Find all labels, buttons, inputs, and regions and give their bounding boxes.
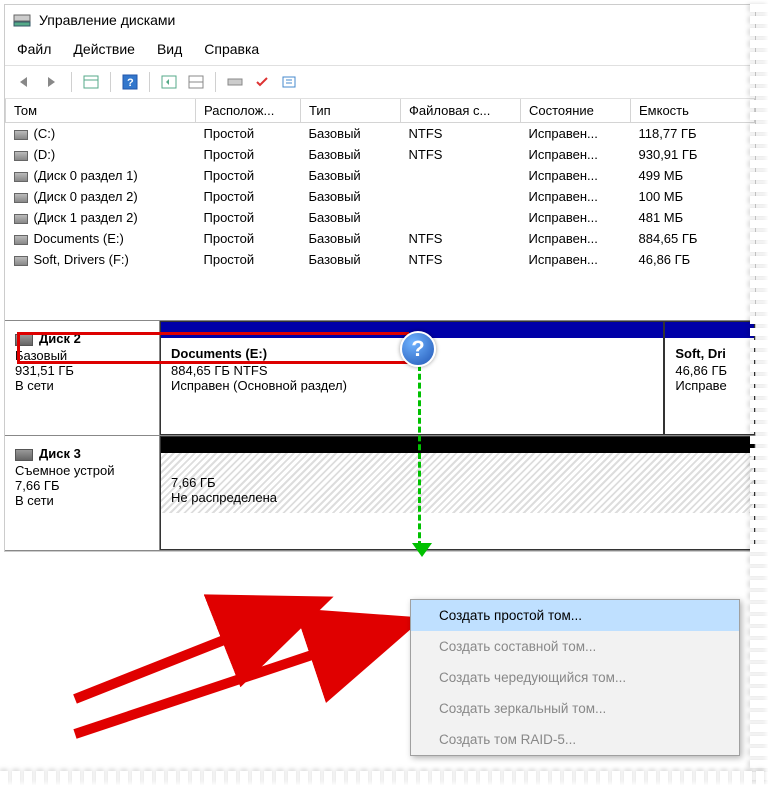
table-row[interactable]: Documents (E:)ПростойБазовыйNTFSИсправен… bbox=[6, 228, 755, 249]
table-row[interactable]: (D:)ПростойБазовыйNTFSИсправен...930,91 … bbox=[6, 144, 755, 165]
help-button[interactable]: ? bbox=[118, 70, 142, 94]
torn-edge-right bbox=[750, 4, 768, 785]
refresh-icon[interactable] bbox=[157, 70, 181, 94]
disk-management-window: Управление дисками Файл Действие Вид Спр… bbox=[4, 4, 756, 552]
check-icon[interactable] bbox=[250, 70, 274, 94]
volume-icon bbox=[14, 130, 28, 140]
col-status[interactable]: Состояние bbox=[521, 99, 631, 123]
col-volume[interactable]: Том bbox=[6, 99, 196, 123]
annotation-red-arrow-2 bbox=[65, 599, 425, 739]
disk-3-type: Съемное устрой bbox=[15, 463, 149, 478]
table-row[interactable]: (C:)ПростойБазовыйNTFSИсправен...118,77 … bbox=[6, 123, 755, 145]
col-type[interactable]: Тип bbox=[301, 99, 401, 123]
forward-button[interactable] bbox=[40, 70, 64, 94]
menu-file[interactable]: Файл bbox=[17, 41, 51, 57]
menu-create-striped-volume: Создать чередующийся том... bbox=[411, 662, 739, 693]
table-row[interactable]: (Диск 0 раздел 2)ПростойБазовыйИсправен.… bbox=[6, 186, 755, 207]
disk-3-row[interactable]: Диск 3 Съемное устрой 7,66 ГБ В сети 7,6… bbox=[5, 436, 755, 551]
volume-icon bbox=[14, 193, 28, 203]
annotation-green-arrow bbox=[418, 365, 421, 547]
table-row[interactable]: (Диск 0 раздел 1)ПростойБазовыйИсправен.… bbox=[6, 165, 755, 186]
menu-create-mirror-volume: Создать зеркальный том... bbox=[411, 693, 739, 724]
disk-3-label: Диск 3 Съемное устрой 7,66 ГБ В сети bbox=[5, 436, 160, 550]
menu-create-spanned-volume: Создать составной том... bbox=[411, 631, 739, 662]
menu-create-simple-volume[interactable]: Создать простой том... bbox=[411, 600, 739, 631]
disk-2-status: В сети bbox=[15, 378, 149, 393]
col-layout[interactable]: Располож... bbox=[196, 99, 301, 123]
menu-help[interactable]: Справка bbox=[204, 41, 259, 57]
annotation-help-icon: ? bbox=[400, 331, 436, 367]
menu-view[interactable]: Вид bbox=[157, 41, 182, 57]
titlebar: Управление дисками bbox=[5, 5, 755, 35]
table-header-row: Том Располож... Тип Файловая с... Состоя… bbox=[6, 99, 755, 123]
col-capacity[interactable]: Емкость bbox=[631, 99, 755, 123]
app-icon bbox=[13, 11, 31, 29]
disk-3-status: В сети bbox=[15, 493, 149, 508]
disk-2-vol-soft[interactable]: Soft, Dri 46,86 ГБ Исправе bbox=[664, 321, 755, 435]
disk-3-size: 7,66 ГБ bbox=[15, 478, 149, 493]
volume-icon bbox=[14, 256, 28, 266]
menubar: Файл Действие Вид Справка bbox=[5, 35, 755, 65]
settings-icon[interactable] bbox=[223, 70, 247, 94]
volume-icon bbox=[14, 151, 28, 161]
table-row[interactable]: Soft, Drivers (F:)ПростойБазовыйNTFSИспр… bbox=[6, 249, 755, 270]
disk-2-size: 931,51 ГБ bbox=[15, 363, 149, 378]
annotation-red-arrow-1 bbox=[65, 584, 355, 704]
annotation-red-box bbox=[17, 332, 409, 364]
disk-3-name: Диск 3 bbox=[15, 446, 149, 461]
volume-icon bbox=[14, 235, 28, 245]
menu-action[interactable]: Действие bbox=[73, 41, 135, 57]
toolbar: ? bbox=[5, 65, 755, 99]
table-view-icon[interactable] bbox=[79, 70, 103, 94]
volume-table[interactable]: Том Располож... Тип Файловая с... Состоя… bbox=[5, 99, 755, 270]
window-title: Управление дисками bbox=[39, 12, 175, 28]
list-icon[interactable] bbox=[184, 70, 208, 94]
menu-create-raid5-volume: Создать том RAID-5... bbox=[411, 724, 739, 755]
disk-3-unallocated[interactable]: 7,66 ГБ Не распределена bbox=[160, 436, 755, 550]
table-row[interactable]: (Диск 1 раздел 2)ПростойБазовыйИсправен.… bbox=[6, 207, 755, 228]
context-menu: Создать простой том... Создать составной… bbox=[410, 599, 740, 756]
properties-icon[interactable] bbox=[277, 70, 301, 94]
torn-edge-bottom bbox=[0, 771, 768, 785]
svg-text:?: ? bbox=[127, 77, 134, 89]
back-button[interactable] bbox=[13, 70, 37, 94]
volume-icon bbox=[14, 214, 28, 224]
volume-icon bbox=[14, 172, 28, 182]
col-fs[interactable]: Файловая с... bbox=[401, 99, 521, 123]
